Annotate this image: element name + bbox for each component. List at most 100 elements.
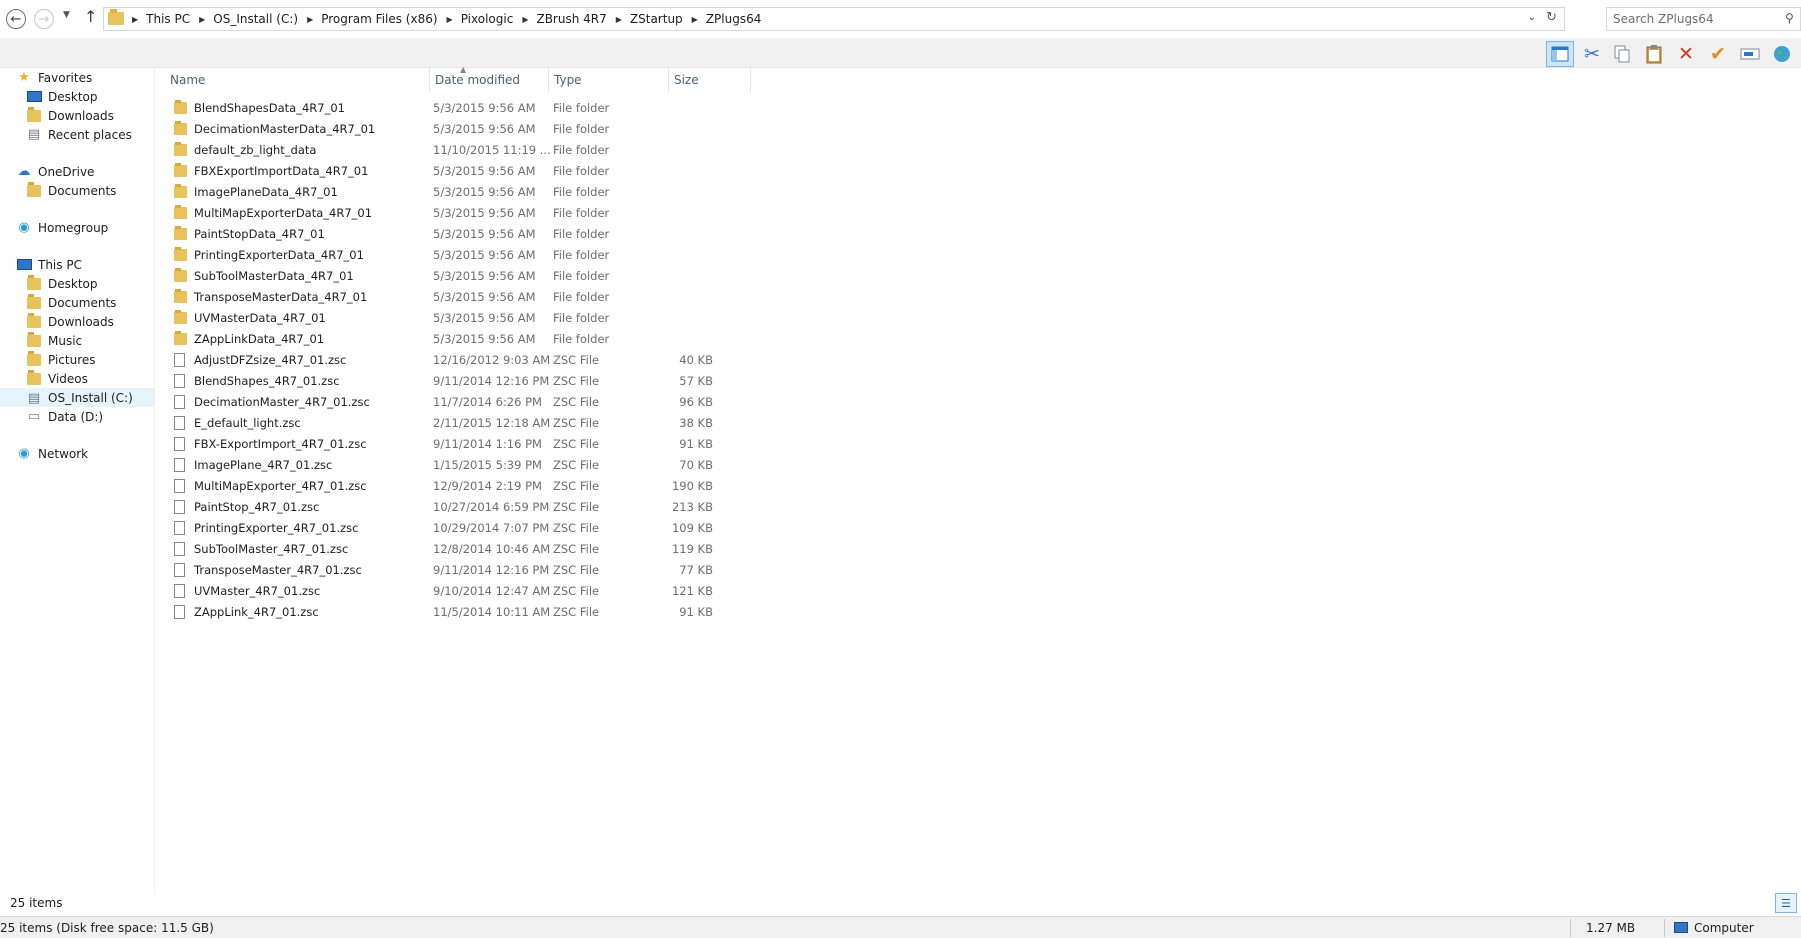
folder-icon xyxy=(174,163,187,177)
chevron-right-icon[interactable]: ▶ xyxy=(307,15,313,24)
file-row[interactable]: ImagePlane_4R7_01.zsc 1/15/2015 5:39 PM ZS… xyxy=(170,455,760,476)
back-button[interactable]: ← xyxy=(6,9,26,29)
column-name[interactable]: Name ▲ xyxy=(165,65,466,92)
refresh-icon[interactable]: ↻ xyxy=(1546,10,1557,25)
folder-row[interactable]: UVMasterData_4R7_01 5/3/2015 9:56 AM File … xyxy=(170,308,760,329)
file-row[interactable]: TransposeMaster_4R7_01.zsc 9/11/2014 12:1… xyxy=(170,560,760,581)
nav-thispc-pictures[interactable]: Pictures xyxy=(26,350,96,369)
nav-homegroup[interactable]: ◉ Homegroup xyxy=(16,218,108,237)
breadcrumb-item[interactable]: Program Files (x86) xyxy=(321,12,437,26)
file-row[interactable]: MultiMapExporter_4R7_01.zsc 12/9/2014 2:1… xyxy=(170,476,760,497)
column-date-modified[interactable]: Date modified xyxy=(430,68,549,92)
file-name: default_zb_light_data xyxy=(194,143,317,157)
file-row[interactable]: BlendShapes_4R7_01.zsc 9/11/2014 12:16 PM… xyxy=(170,371,760,392)
search-icon[interactable]: ⚲ xyxy=(1785,11,1794,25)
file-size: 40 KB xyxy=(679,353,713,367)
chevron-right-icon[interactable]: ▶ xyxy=(132,15,138,24)
chevron-right-icon[interactable]: ▶ xyxy=(616,15,622,24)
chevron-right-icon[interactable]: ▶ xyxy=(522,15,528,24)
chevron-right-icon[interactable]: ▶ xyxy=(692,15,698,24)
nav-onedrive[interactable]: ☁ OneDrive xyxy=(16,162,95,181)
nav-thispc-videos[interactable]: Videos xyxy=(26,369,88,388)
folder-row[interactable]: ZAppLinkData_4R7_01 5/3/2015 9:56 AM File … xyxy=(170,329,760,350)
folder-row[interactable]: PaintStopData_4R7_01 5/3/2015 9:56 AM File… xyxy=(170,224,760,245)
file-name: ImagePlane_4R7_01.zsc xyxy=(194,458,333,472)
globe-icon[interactable] xyxy=(1768,41,1796,67)
nav-favorites-downloads[interactable]: Downloads xyxy=(26,106,114,125)
checkmark-icon[interactable]: ✔ xyxy=(1704,41,1732,67)
file-name: PaintStopData_4R7_01 xyxy=(194,227,325,241)
file-icon xyxy=(174,605,185,619)
address-box[interactable]: ▶ This PC ▶ OS_Install (C:) ▶ Program Files (… xyxy=(103,7,1565,31)
forward-button[interactable]: → xyxy=(34,9,54,29)
chevron-down-icon[interactable]: ⌄ xyxy=(1528,12,1536,23)
file-row[interactable]: PaintStop_4R7_01.zsc 10/27/2014 6:59 PM ZS… xyxy=(170,497,760,518)
column-size[interactable]: Size xyxy=(669,68,751,92)
file-row[interactable]: PrintingExporter_4R7_01.zsc 10/29/2014 7:… xyxy=(170,518,760,539)
breadcrumb-item[interactable]: Pixologic xyxy=(461,12,514,26)
folder-row[interactable]: ImagePlaneData_4R7_01 5/3/2015 9:56 AM Fil… xyxy=(170,182,760,203)
nav-favorites-desktop[interactable]: Desktop xyxy=(26,87,98,106)
breadcrumb-item[interactable]: ZPlugs64 xyxy=(706,12,762,26)
chevron-right-icon[interactable]: ▶ xyxy=(447,15,453,24)
folder-row[interactable]: BlendShapesData_4R7_01 5/3/2015 9:56 AM Fi… xyxy=(170,98,760,119)
details-view-icon[interactable]: ☰ xyxy=(1775,893,1797,913)
delete-icon[interactable]: ✕ xyxy=(1672,41,1700,67)
nav-favorites-recent[interactable]: ▤ Recent places xyxy=(26,125,132,144)
file-date-modified: 5/3/2015 9:56 AM xyxy=(433,311,536,325)
cut-icon[interactable]: ✂ xyxy=(1578,41,1606,67)
breadcrumb-item[interactable]: This PC xyxy=(146,12,190,26)
file-type: File folder xyxy=(553,332,610,346)
nav-thispc-os-install[interactable]: ▤ OS_Install (C:) xyxy=(0,388,154,407)
file-row[interactable]: ZAppLink_4R7_01.zsc 11/5/2014 10:11 AM ZSC… xyxy=(170,602,760,623)
folder-row[interactable]: MultiMapExporterData_4R7_01 5/3/2015 9:56… xyxy=(170,203,760,224)
file-row[interactable]: FBX-ExportImport_4R7_01.zsc 9/11/2014 1:1… xyxy=(170,434,760,455)
chevron-right-icon[interactable]: ▶ xyxy=(199,15,205,24)
recent-locations-dropdown[interactable]: ▼ xyxy=(63,10,70,20)
folder-row[interactable]: PrintingExporterData_4R7_01 5/3/2015 9:56… xyxy=(170,245,760,266)
file-row[interactable]: UVMaster_4R7_01.zsc 9/10/2014 12:47 AM ZSC… xyxy=(170,581,760,602)
search-input[interactable] xyxy=(1606,7,1801,31)
folder-row[interactable]: default_zb_light_data 11/10/2015 11:19 ..… xyxy=(170,140,760,161)
file-row[interactable]: SubToolMaster_4R7_01.zsc 12/8/2014 10:46 … xyxy=(170,539,760,560)
nav-thispc-desktop[interactable]: Desktop xyxy=(26,274,98,293)
breadcrumb-item[interactable]: ZBrush 4R7 xyxy=(536,12,606,26)
breadcrumb-item[interactable]: ZStartup xyxy=(630,12,683,26)
up-button[interactable]: ↑ xyxy=(84,7,97,26)
layout-icon[interactable] xyxy=(1546,41,1574,67)
file-name: PrintingExporter_4R7_01.zsc xyxy=(194,521,359,535)
file-name: DecimationMasterData_4R7_01 xyxy=(194,122,376,136)
folder-icon xyxy=(26,331,42,348)
status-bar: 25 items (Disk free space: 11.5 GB) 1.27… xyxy=(0,916,1801,938)
file-icon xyxy=(174,584,185,598)
file-type: ZSC File xyxy=(553,374,600,388)
folder-icon xyxy=(26,274,42,291)
file-icon xyxy=(174,353,185,367)
nav-favorites[interactable]: ★ Favorites xyxy=(16,68,92,87)
nav-thispc-data-d[interactable]: ▭ Data (D:) xyxy=(26,407,103,426)
folder-row[interactable]: DecimationMasterData_4R7_01 5/3/2015 9:56… xyxy=(170,119,760,140)
column-type[interactable]: Type xyxy=(549,68,669,92)
file-row[interactable]: DecimationMaster_4R7_01.zsc 11/7/2014 6:2… xyxy=(170,392,760,413)
nav-this-pc[interactable]: This PC xyxy=(16,255,82,274)
star-icon: ★ xyxy=(18,70,30,85)
breadcrumb: ▶ This PC ▶ OS_Install (C:) ▶ Program Files (… xyxy=(130,12,761,26)
paste-icon[interactable] xyxy=(1640,41,1668,67)
folder-row[interactable]: SubToolMasterData_4R7_01 5/3/2015 9:56 AM… xyxy=(170,266,760,287)
folder-icon xyxy=(174,142,187,156)
copy-icon[interactable] xyxy=(1608,41,1636,67)
folder-row[interactable]: FBXExportImportData_4R7_01 5/3/2015 9:56 … xyxy=(170,161,760,182)
nav-network[interactable]: ◉ Network xyxy=(16,444,88,463)
folder-icon xyxy=(26,312,42,329)
folder-row[interactable]: TransposeMasterData_4R7_01 5/3/2015 9:56 … xyxy=(170,287,760,308)
rename-icon[interactable] xyxy=(1736,41,1764,67)
file-row[interactable]: AdjustDFZsize_4R7_01.zsc 12/16/2012 9:03 … xyxy=(170,350,760,371)
nav-onedrive-documents[interactable]: Documents xyxy=(26,181,116,200)
nav-thispc-documents[interactable]: Documents xyxy=(26,293,116,312)
breadcrumb-item[interactable]: OS_Install (C:) xyxy=(213,12,298,26)
file-date-modified: 5/3/2015 9:56 AM xyxy=(433,227,536,241)
file-type: ZSC File xyxy=(553,542,600,556)
nav-thispc-music[interactable]: Music xyxy=(26,331,82,350)
file-row[interactable]: E_default_light.zsc 2/11/2015 12:18 AM ZSC… xyxy=(170,413,760,434)
nav-thispc-downloads[interactable]: Downloads xyxy=(26,312,114,331)
